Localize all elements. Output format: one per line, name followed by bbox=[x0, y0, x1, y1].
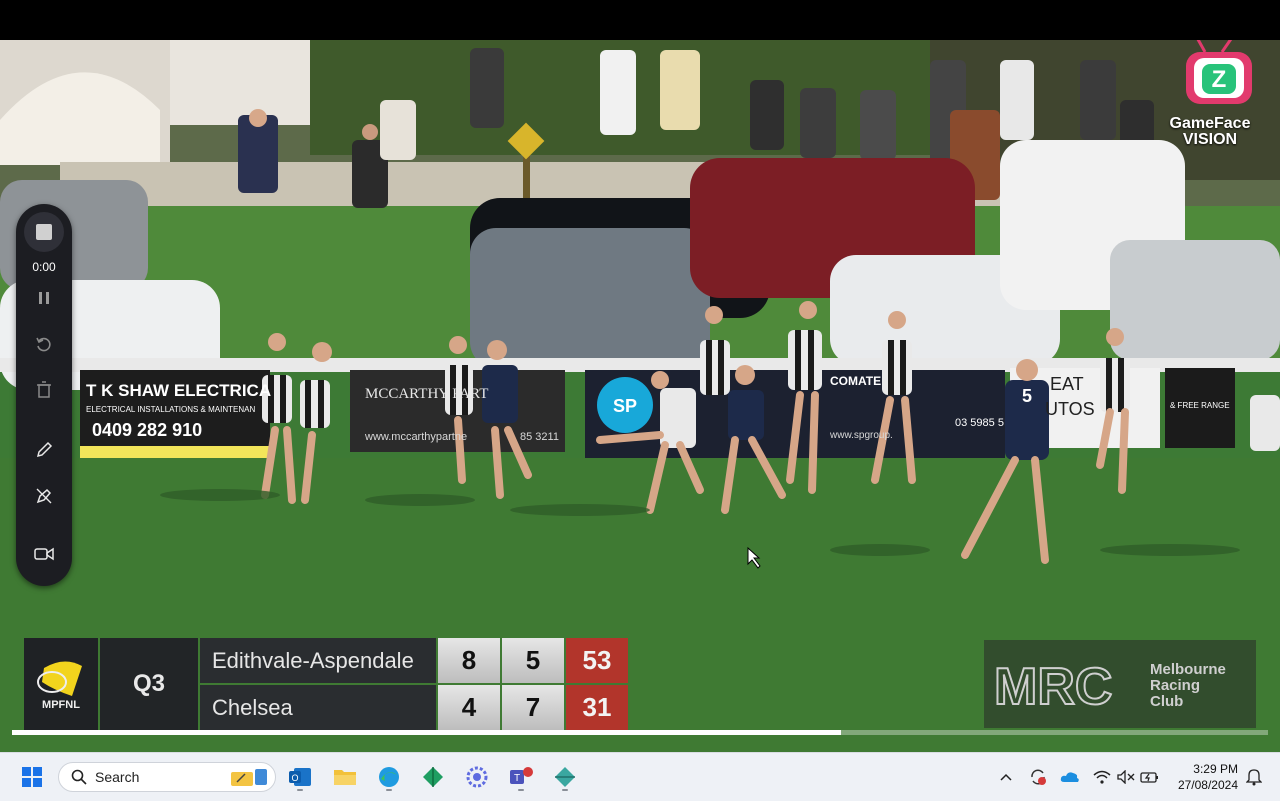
video-progress-fill bbox=[12, 730, 841, 735]
tv-icon: Z bbox=[1186, 40, 1252, 104]
sign1-phone: 0409 282 910 bbox=[92, 420, 202, 440]
notification-bell-icon bbox=[1246, 769, 1262, 786]
sign3-logo: SP bbox=[613, 396, 637, 416]
sign4-text2: UTOS bbox=[1045, 399, 1095, 419]
search-highlight-icon bbox=[231, 769, 267, 786]
tray-volume[interactable] bbox=[1116, 767, 1136, 787]
taskbar-app-blue-gear[interactable] bbox=[461, 761, 493, 793]
clock-time: 3:29 PM bbox=[1193, 762, 1238, 776]
camera-icon bbox=[34, 547, 54, 561]
svg-text:MRC: MRC bbox=[994, 658, 1112, 712]
sign3-phone: 03 5985 5 bbox=[955, 417, 1004, 429]
quarter-label: Q3 bbox=[100, 638, 198, 730]
delete-icon bbox=[37, 381, 51, 398]
chevron-up-icon bbox=[1000, 773, 1012, 781]
sign4-text: EAT bbox=[1050, 374, 1084, 394]
taskbar-search-input[interactable]: Search bbox=[58, 762, 276, 792]
tray-wifi[interactable] bbox=[1092, 767, 1112, 787]
team-behinds: 7 bbox=[502, 685, 564, 730]
taskbar-clock[interactable]: 3:29 PM 27/08/2024 bbox=[1168, 761, 1238, 793]
sponsor-line3: Club bbox=[1150, 693, 1184, 710]
clock-date: 27/08/2024 bbox=[1177, 778, 1238, 792]
app-blue-gear-icon bbox=[466, 766, 488, 788]
recording-timer: 0:00 bbox=[32, 260, 56, 274]
league-logo-text: MPFNL bbox=[42, 699, 80, 711]
team-name: Chelsea bbox=[200, 685, 436, 730]
sync-alert-icon bbox=[1031, 769, 1046, 785]
tray-battery[interactable] bbox=[1140, 767, 1160, 787]
taskbar-app-file-explorer[interactable] bbox=[329, 761, 361, 793]
stop-icon bbox=[36, 224, 52, 240]
sign3-web: www.spgroup. bbox=[829, 430, 893, 441]
video-player[interactable]: 5 T K SHAW ELECTRICA ELECTRICAL INSTALLA… bbox=[0, 40, 1280, 752]
tray-sync[interactable] bbox=[1028, 767, 1048, 787]
brand-line2: VISION bbox=[1182, 131, 1238, 148]
taskbar-app-outlook[interactable]: O bbox=[284, 761, 316, 793]
pause-button[interactable] bbox=[24, 278, 64, 318]
highlighter-button[interactable] bbox=[24, 476, 64, 516]
taskbar-app-teams[interactable]: T bbox=[505, 761, 537, 793]
video-progress-bar[interactable] bbox=[12, 730, 1268, 735]
search-icon bbox=[71, 769, 87, 785]
camera-button[interactable] bbox=[24, 534, 64, 574]
pen-button[interactable] bbox=[24, 430, 64, 470]
team-goals: 4 bbox=[438, 685, 500, 730]
team-row-home: Edithvale-Aspendale 8 5 53 bbox=[200, 638, 628, 683]
sign1-sub: ELECTRICAL INSTALLATIONS & MAINTENAN bbox=[86, 405, 255, 414]
edge-icon bbox=[379, 767, 399, 787]
sign3-text: COMATE bbox=[830, 374, 881, 388]
app-green-icon bbox=[423, 767, 443, 787]
svg-text:O: O bbox=[291, 773, 298, 783]
player-number: 5 bbox=[1022, 386, 1032, 406]
windows-taskbar: Search O T 3:29 PM 27/08/2024 bbox=[0, 752, 1280, 801]
search-placeholder: Search bbox=[95, 769, 140, 785]
app-teal-icon bbox=[555, 767, 575, 787]
scorebug: MPFNL Q3 Edithvale-Aspendale 8 5 53 Chel… bbox=[24, 638, 628, 730]
file-explorer-icon bbox=[334, 770, 356, 785]
sign2-web: www.mccarthypartne bbox=[364, 431, 467, 443]
restart-button[interactable] bbox=[24, 324, 64, 364]
svg-text:Z: Z bbox=[1212, 66, 1227, 93]
brand-line1: GameFace bbox=[1169, 115, 1251, 132]
sign2-title: MCCARTHY PART bbox=[365, 386, 488, 402]
sign5-text: & FREE RANGE bbox=[1170, 401, 1230, 410]
svg-text:T: T bbox=[514, 773, 520, 784]
team-row-away: Chelsea 4 7 31 bbox=[200, 685, 628, 730]
tray-onedrive[interactable] bbox=[1060, 767, 1080, 787]
sign2-phone: 85 3211 bbox=[520, 431, 559, 443]
pause-icon bbox=[39, 292, 49, 304]
car-ute bbox=[1110, 240, 1280, 360]
pen-icon bbox=[36, 441, 53, 458]
notifications-button[interactable] bbox=[1244, 767, 1264, 787]
mpfnl-logo: MPFNL bbox=[24, 638, 98, 730]
mrc-mark-icon: MRC bbox=[993, 657, 1113, 712]
team-behinds: 5 bbox=[502, 638, 564, 683]
windows-start-icon bbox=[22, 767, 42, 787]
team-total: 31 bbox=[566, 685, 628, 730]
taskbar-app-teal[interactable] bbox=[549, 761, 581, 793]
volume-muted-icon bbox=[1117, 770, 1135, 784]
teams-icon: T bbox=[510, 767, 533, 784]
restart-icon bbox=[36, 337, 51, 352]
taskbar-app-green[interactable] bbox=[417, 761, 449, 793]
show-hidden-icons-button[interactable] bbox=[996, 767, 1016, 787]
battery-charging-icon bbox=[1140, 772, 1158, 783]
team-total: 53 bbox=[566, 638, 628, 683]
highlighter-icon bbox=[36, 488, 52, 504]
outlook-icon: O bbox=[289, 768, 311, 786]
screen-recorder-toolbar: 0:00 bbox=[16, 204, 72, 586]
team-name: Edithvale-Aspendale bbox=[200, 638, 436, 683]
mrc-sponsor-logo: MRC Melbourne Racing Club bbox=[984, 640, 1256, 728]
wifi-icon bbox=[1093, 770, 1111, 784]
gameface-vision-logo: Z GameFace VISION bbox=[1160, 40, 1260, 148]
onedrive-icon bbox=[1060, 772, 1079, 782]
team-goals: 8 bbox=[438, 638, 500, 683]
sponsor-line1: Melbourne bbox=[1150, 661, 1226, 678]
taskbar-app-edge[interactable] bbox=[373, 761, 405, 793]
sign1-title: T K SHAW ELECTRICA bbox=[86, 381, 271, 400]
delete-button[interactable] bbox=[24, 370, 64, 410]
start-button[interactable] bbox=[16, 761, 48, 793]
sponsor-line2: Racing bbox=[1150, 677, 1201, 694]
stop-button[interactable] bbox=[24, 212, 64, 252]
